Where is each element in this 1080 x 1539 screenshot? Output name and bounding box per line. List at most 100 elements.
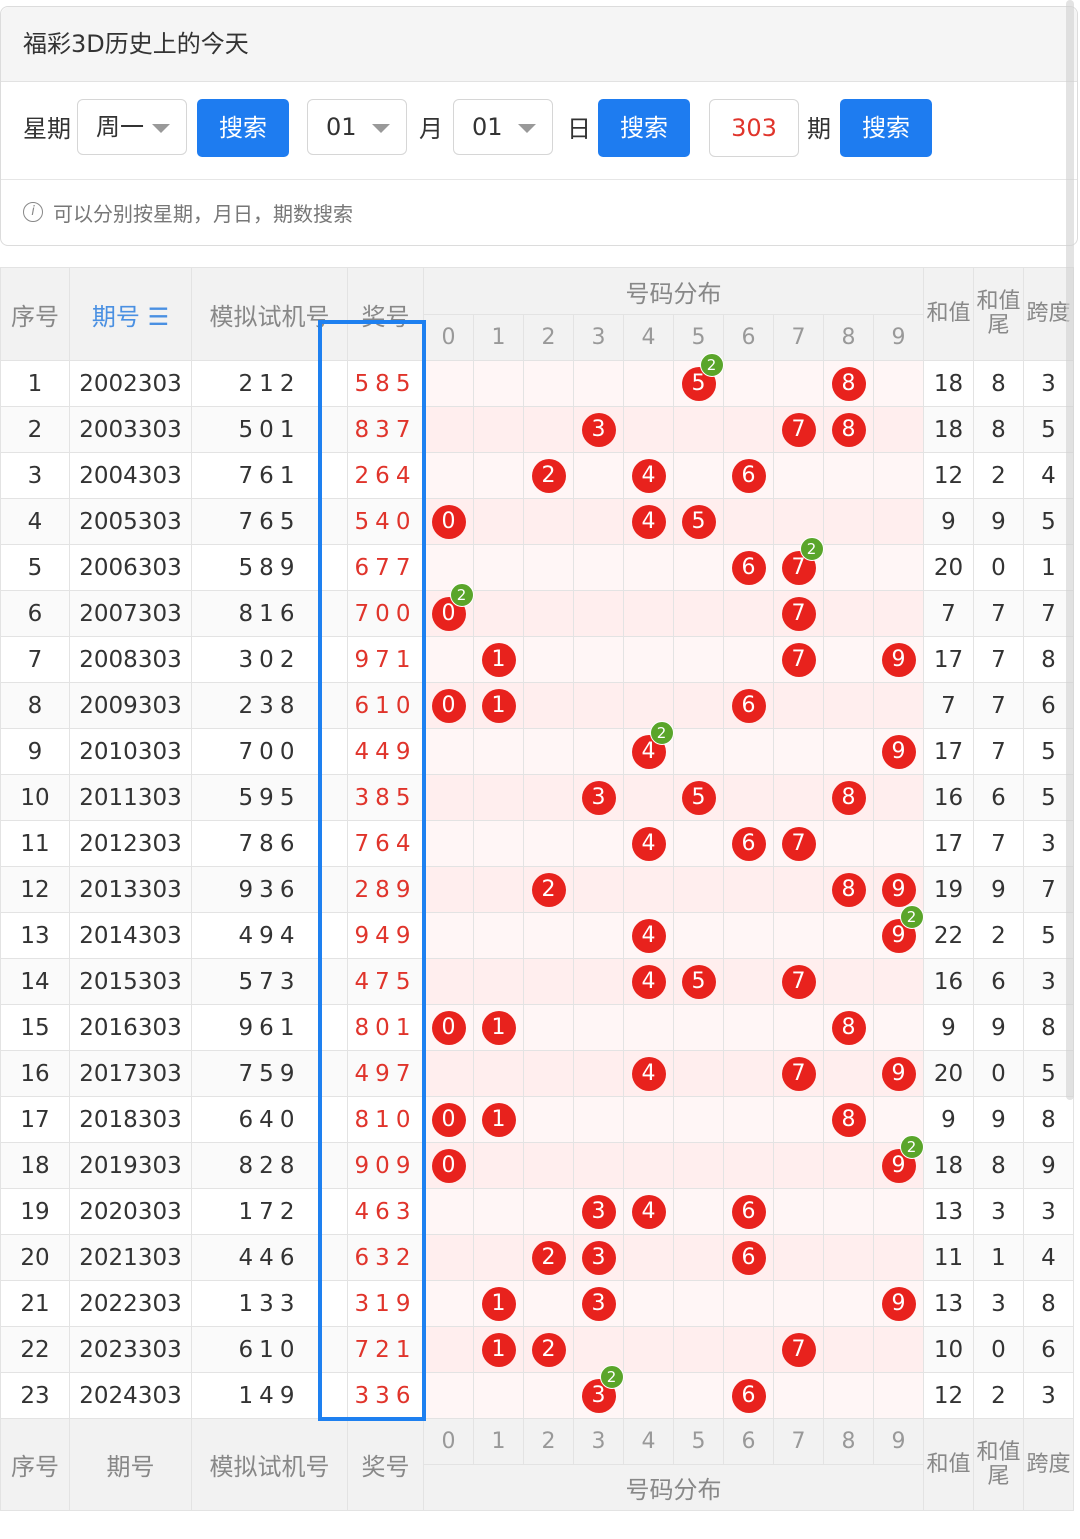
row-index: 22 [0, 1326, 70, 1373]
row-sum: 17 [923, 728, 974, 775]
row-award-number: 721 [347, 1326, 424, 1373]
number-ball: 6 [731, 688, 766, 723]
dist-cell-9 [873, 774, 924, 821]
period-input[interactable]: 303 [709, 99, 799, 157]
day-label: 日 [567, 115, 591, 143]
month-label: 月 [419, 115, 443, 143]
row-issue: 2003303 [69, 406, 192, 453]
number-ball: 3 [581, 1194, 616, 1229]
row-index: 2 [0, 406, 70, 453]
row-issue: 2010303 [69, 728, 192, 775]
dist-cell-9 [873, 1004, 924, 1051]
dist-cell-3 [573, 1142, 624, 1189]
repeat-count-badge: 2 [649, 720, 674, 745]
row-index: 16 [0, 1050, 70, 1097]
dist-cell-1: 1 [473, 1326, 524, 1373]
dist-cell-9 [873, 1188, 924, 1235]
month-select[interactable]: 01 [307, 99, 407, 155]
row-sum: 13 [923, 1188, 974, 1235]
row-trial-number: 961 [191, 1004, 348, 1051]
row-sum-tail: 3 [973, 1188, 1024, 1235]
dist-cell-6 [723, 406, 774, 453]
row-issue: 2011303 [69, 774, 192, 821]
number-ball: 7 [781, 1056, 816, 1091]
number-ball: 4 [631, 918, 666, 953]
dist-cell-2 [523, 774, 574, 821]
dist-cell-5 [673, 1326, 724, 1373]
hint-text: 可以分别按星期，月日，期数搜索 [53, 202, 353, 226]
dist-cell-6 [723, 1142, 774, 1189]
dist-cell-7: 7 [773, 820, 824, 867]
dist-cell-0: 0 [423, 1004, 474, 1051]
header-issue[interactable]: 期号 ☰ [69, 267, 192, 361]
dist-cell-3 [573, 544, 624, 591]
week-search-button[interactable]: 搜索 [197, 99, 289, 157]
repeat-count-badge: 2 [599, 1364, 624, 1389]
dist-cell-5 [673, 682, 724, 729]
footer-digit-0: 0 [423, 1418, 474, 1465]
dist-cell-4 [623, 1096, 674, 1143]
row-trial-number: 302 [191, 636, 348, 683]
number-ball: 4 [631, 1194, 666, 1229]
repeat-count-badge: 2 [799, 536, 824, 561]
dist-cell-7 [773, 1280, 824, 1327]
dist-cell-1: 1 [473, 1280, 524, 1327]
row-issue: 2015303 [69, 958, 192, 1005]
dist-cell-4: 4 [623, 912, 674, 959]
dist-cell-0 [423, 360, 474, 407]
table-row: 16 2017303 759 497 4 7 9 20 0 5 [0, 1050, 1074, 1097]
week-select[interactable]: 周一 [77, 99, 187, 155]
dist-cell-5 [673, 1280, 724, 1327]
day-select[interactable]: 01 [453, 99, 553, 155]
number-ball: 3 [581, 780, 616, 815]
row-index: 6 [0, 590, 70, 637]
number-ball: 3 [581, 412, 616, 447]
dist-cell-7 [773, 774, 824, 821]
dist-cell-8: 8 [823, 774, 874, 821]
number-ball-wrap: 42 [631, 720, 674, 769]
dist-cell-7 [773, 1372, 824, 1419]
number-ball: 4 [631, 964, 666, 999]
dist-cell-7 [773, 1096, 824, 1143]
dist-cell-8 [823, 452, 874, 499]
row-sum: 7 [923, 682, 974, 729]
dist-cell-0 [423, 1280, 474, 1327]
table-row: 15 2016303 961 801 0 1 8 9 9 8 [0, 1004, 1074, 1051]
row-award-number: 449 [347, 728, 424, 775]
header-issue-label: 期号 [91, 302, 140, 331]
dist-cell-1 [473, 498, 524, 545]
number-ball: 5 [681, 780, 716, 815]
dist-cell-8: 8 [823, 866, 874, 913]
row-sum-tail: 7 [973, 682, 1024, 729]
dist-cell-8: 8 [823, 360, 874, 407]
period-search-button[interactable]: 搜索 [840, 99, 932, 157]
row-sum-tail: 8 [973, 406, 1024, 453]
sort-icon[interactable]: ☰ [148, 303, 170, 331]
row-award-number: 700 [347, 590, 424, 637]
dist-cell-4 [623, 544, 674, 591]
dist-cell-5 [673, 1050, 724, 1097]
dist-cell-2 [523, 1096, 574, 1143]
dist-cell-8 [823, 958, 874, 1005]
date-search-button[interactable]: 搜索 [598, 99, 690, 157]
month-select-value: 01 [326, 113, 357, 141]
dist-cell-5 [673, 636, 724, 683]
dist-cell-1 [473, 1188, 524, 1235]
dist-cell-3 [573, 1004, 624, 1051]
dist-cell-7: 7 [773, 636, 824, 683]
dist-cell-7: 7 [773, 1050, 824, 1097]
row-award-number: 497 [347, 1050, 424, 1097]
row-issue: 2002303 [69, 360, 192, 407]
row-index: 10 [0, 774, 70, 821]
dist-cell-1: 1 [473, 682, 524, 729]
dist-cell-6: 6 [723, 820, 774, 867]
scrollbar[interactable] [1066, 0, 1074, 1100]
row-span: 9 [1023, 1142, 1074, 1189]
dist-cell-6 [723, 360, 774, 407]
row-trial-number: 700 [191, 728, 348, 775]
row-sum: 7 [923, 590, 974, 637]
row-trial-number: 589 [191, 544, 348, 591]
number-ball: 1 [481, 1286, 516, 1321]
dist-cell-0 [423, 820, 474, 867]
table-row: 14 2015303 573 475 4 5 7 16 6 3 [0, 958, 1074, 1005]
